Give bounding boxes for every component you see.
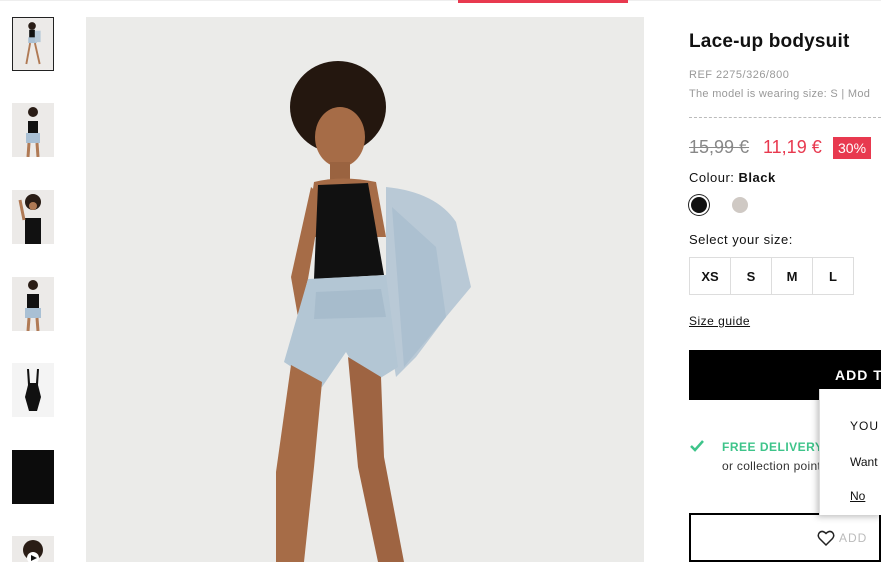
- popup-text: Want: [850, 455, 878, 469]
- divider: [689, 117, 881, 118]
- popup-title: YOU A: [850, 419, 881, 433]
- size-option-xs[interactable]: XS: [689, 257, 731, 295]
- thumbnail-2[interactable]: [12, 103, 54, 157]
- colour-label-text: Colour:: [689, 170, 735, 185]
- colour-swatch-grey[interactable]: [732, 197, 748, 213]
- popup-no-button[interactable]: No: [850, 489, 865, 503]
- size-option-l[interactable]: L: [812, 257, 854, 295]
- colour-label: Colour: Black: [689, 170, 776, 185]
- heart-icon: [817, 530, 835, 547]
- original-price: 15,99 €: [689, 137, 750, 157]
- active-tab-indicator: [458, 0, 628, 3]
- thumbnail-5[interactable]: [12, 363, 54, 417]
- size-guide-link[interactable]: Size guide: [689, 314, 750, 328]
- product-title: Lace-up bodysuit: [689, 31, 850, 52]
- thumbnail-4[interactable]: [12, 277, 54, 331]
- discount-badge: 30%: [833, 137, 872, 159]
- select-size-label: Select your size:: [689, 232, 793, 247]
- size-selector: XS S M L: [689, 257, 854, 295]
- wishlist-label: ADD: [839, 531, 868, 545]
- thumbnail-1[interactable]: [12, 17, 54, 71]
- product-reference: REF 2275/326/800: [689, 69, 790, 81]
- size-option-s[interactable]: S: [730, 257, 772, 295]
- wishlist-button[interactable]: ADD: [689, 513, 881, 562]
- colour-value: Black: [738, 170, 776, 185]
- thumbnail-6[interactable]: [12, 450, 54, 504]
- main-product-image[interactable]: [86, 17, 644, 562]
- location-popup: YOU A Want No: [819, 389, 881, 515]
- colour-swatch-black[interactable]: [691, 197, 707, 213]
- check-icon: [690, 440, 704, 452]
- model-size-info: The model is wearing size: S | Mod: [689, 88, 871, 100]
- sale-price: 11,19 €: [763, 137, 822, 157]
- size-option-m[interactable]: M: [771, 257, 813, 295]
- thumbnail-3[interactable]: [12, 190, 54, 244]
- thumbnail-7[interactable]: [12, 536, 54, 562]
